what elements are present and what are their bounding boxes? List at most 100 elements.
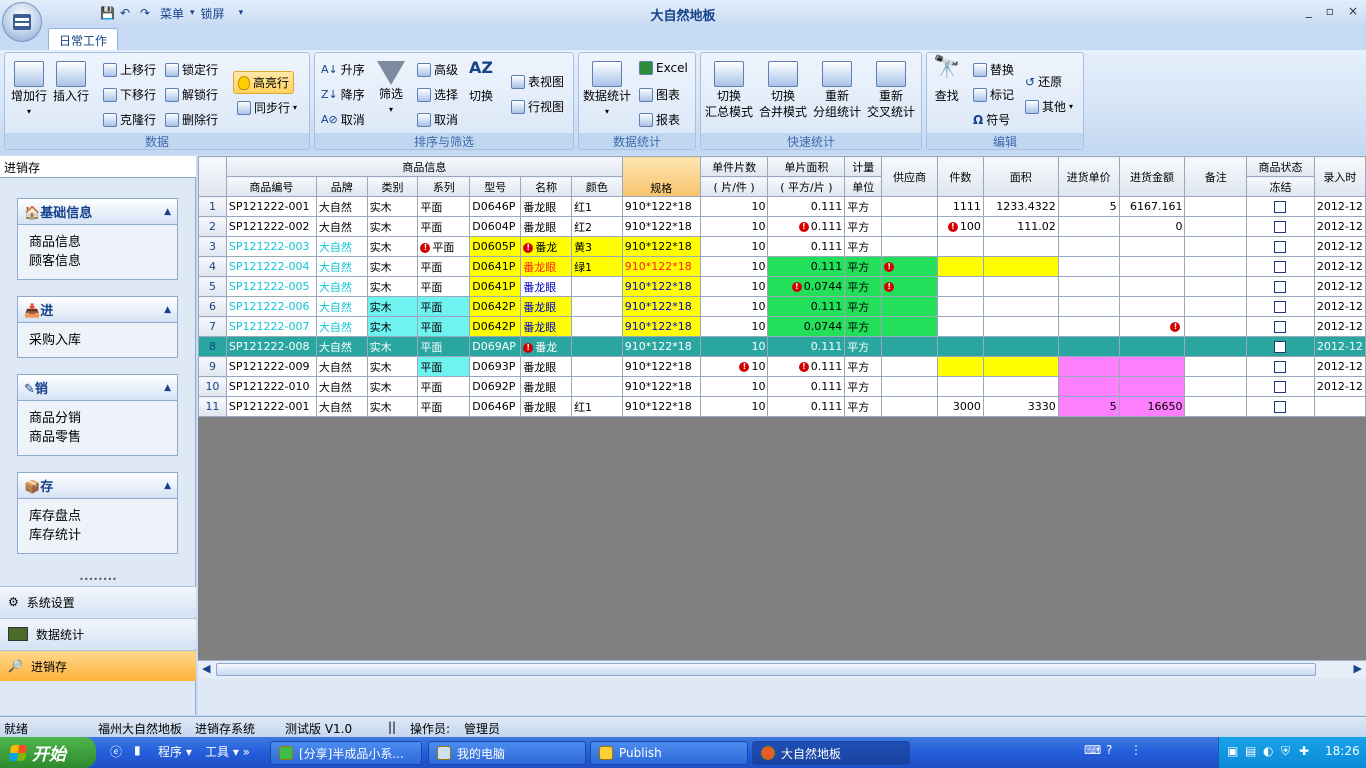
header-status[interactable]: 商品状态 bbox=[1246, 156, 1315, 177]
cell-supplier[interactable] bbox=[881, 296, 938, 317]
cell-code[interactable]: SP121222-002 bbox=[225, 216, 317, 237]
lock-row-button[interactable]: 锁定行 bbox=[165, 61, 218, 78]
row-number[interactable]: 6 bbox=[198, 296, 227, 317]
cell-pieces[interactable]: 10 bbox=[699, 236, 769, 257]
cell-category[interactable]: 实木 bbox=[366, 196, 419, 217]
cell-pieces[interactable]: ! 10 bbox=[699, 356, 769, 377]
cell-note[interactable] bbox=[1184, 196, 1248, 217]
cell-model[interactable]: D069AP bbox=[469, 336, 522, 357]
row-number[interactable]: 1 bbox=[198, 196, 227, 217]
cell-unit[interactable]: 平方 bbox=[844, 276, 883, 297]
cell-category[interactable]: 实木 bbox=[366, 296, 419, 317]
cell-brand[interactable]: 大自然 bbox=[315, 376, 368, 397]
cell-count[interactable] bbox=[936, 376, 984, 397]
frozen-checkbox[interactable] bbox=[1274, 201, 1287, 213]
cell-total-area[interactable]: 1233.4322 bbox=[982, 196, 1059, 217]
display-icon[interactable]: ▤ bbox=[1245, 744, 1256, 758]
cell-count[interactable] bbox=[936, 356, 984, 377]
language-icon[interactable]: ⋮ bbox=[1130, 743, 1142, 757]
cell-area[interactable]: ! 0.0744 bbox=[767, 276, 846, 297]
cell-total-area[interactable] bbox=[982, 276, 1059, 297]
scroll-thumb[interactable] bbox=[216, 663, 1316, 676]
cell-area[interactable]: 0.111 bbox=[767, 336, 846, 357]
cell-entry-date[interactable]: 2012-12 bbox=[1313, 296, 1366, 317]
cell-brand[interactable]: 大自然 bbox=[315, 336, 368, 357]
data-stats-button[interactable]: 数据统计 ▾ bbox=[583, 61, 631, 119]
cell-amount[interactable] bbox=[1118, 356, 1186, 377]
sidebar-item-purchase-in[interactable]: 采购入库 bbox=[18, 331, 177, 350]
add-row-button[interactable]: 增加行 ▾ bbox=[11, 61, 47, 119]
cell-pieces[interactable]: 10 bbox=[699, 336, 769, 357]
network-icon[interactable]: ▣ bbox=[1227, 744, 1238, 758]
cell-entry-date[interactable]: 2012-12 bbox=[1313, 276, 1366, 297]
cell-color[interactable] bbox=[571, 336, 623, 357]
cell-unit[interactable]: 平方 bbox=[844, 196, 883, 217]
sidebar-item-product-info[interactable]: 商品信息 bbox=[18, 233, 177, 252]
header-spec[interactable]: 规格 bbox=[621, 156, 701, 197]
row-number[interactable]: 3 bbox=[198, 236, 227, 257]
cell-count[interactable] bbox=[936, 236, 984, 257]
header-area[interactable]: 单片面积 bbox=[767, 156, 846, 177]
row-number[interactable]: 7 bbox=[198, 316, 227, 337]
cell-supplier[interactable]: ! bbox=[881, 276, 938, 297]
cell-count[interactable]: 3000 bbox=[936, 396, 984, 417]
table-row[interactable]: 6 SP121222-006 大自然 实木 平面 D0642P 番龙眼 910*122*18 1… bbox=[198, 296, 1366, 317]
cell-spec[interactable]: 910*122*18 bbox=[621, 356, 701, 377]
cell-name[interactable]: 番龙眼 bbox=[520, 376, 573, 397]
cell-brand[interactable]: 大自然 bbox=[315, 276, 368, 297]
cell-series[interactable]: 平面 bbox=[417, 296, 471, 317]
cell-unit[interactable]: 平方 bbox=[844, 256, 883, 277]
cell-series[interactable]: 平面 bbox=[417, 356, 471, 377]
table-row[interactable]: 1 SP121222-001 大自然 实木 平面 D0646P 番龙眼 红1 910*122*1… bbox=[198, 196, 1366, 217]
frozen-checkbox[interactable] bbox=[1274, 401, 1287, 413]
cell-category[interactable]: 实木 bbox=[366, 316, 419, 337]
sync-row-button[interactable]: 同步行 ▾ bbox=[237, 99, 297, 116]
cell-amount[interactable] bbox=[1118, 236, 1186, 257]
regroup-stats-button[interactable]: 重新 分组统计 bbox=[813, 61, 861, 119]
find-button[interactable]: 🔭 查找 bbox=[933, 57, 960, 104]
cell-name[interactable]: 番龙眼 bbox=[520, 316, 573, 337]
sort-asc-button[interactable]: A↓ 升序 bbox=[321, 61, 365, 78]
sort-desc-button[interactable]: Z↓ 降序 bbox=[321, 86, 365, 103]
cell-brand[interactable]: 大自然 bbox=[315, 396, 368, 417]
row-number[interactable]: 5 bbox=[198, 276, 227, 297]
cell-color[interactable]: 绿1 bbox=[571, 256, 623, 277]
cell-pieces[interactable]: 10 bbox=[699, 276, 769, 297]
cell-category[interactable]: 实木 bbox=[366, 376, 419, 397]
frozen-checkbox[interactable] bbox=[1274, 221, 1287, 233]
cell-spec[interactable]: 910*122*18 bbox=[621, 296, 701, 317]
cell-supplier[interactable] bbox=[881, 316, 938, 337]
cell-price[interactable] bbox=[1057, 216, 1120, 237]
move-up-button[interactable]: 上移行 bbox=[103, 61, 156, 78]
cell-series[interactable]: 平面 bbox=[417, 316, 471, 337]
filter-button[interactable]: 筛选 ▾ bbox=[377, 61, 405, 117]
cell-category[interactable]: 实木 bbox=[366, 356, 419, 377]
cell-entry-date[interactable]: 2012-12 bbox=[1313, 336, 1366, 357]
cell-code[interactable]: SP121222-005 bbox=[225, 276, 317, 297]
header-code[interactable]: 商品编号 bbox=[225, 176, 317, 197]
cell-code[interactable]: SP121222-008 bbox=[225, 336, 317, 357]
cell-note[interactable] bbox=[1184, 356, 1248, 377]
select-filter-button[interactable]: 选择 bbox=[417, 86, 458, 103]
cell-price[interactable] bbox=[1057, 316, 1120, 337]
cell-code[interactable]: SP121222-009 bbox=[225, 356, 317, 377]
cell-brand[interactable]: 大自然 bbox=[315, 256, 368, 277]
cell-model[interactable]: D0604P bbox=[469, 216, 522, 237]
cell-count[interactable]: ! 100 bbox=[936, 216, 984, 237]
cell-name[interactable]: ! 番龙 bbox=[520, 336, 573, 357]
report-button[interactable]: 报表 bbox=[639, 111, 680, 128]
cell-count[interactable] bbox=[936, 256, 984, 277]
cell-area[interactable]: 0.111 bbox=[767, 296, 846, 317]
frozen-checkbox[interactable] bbox=[1274, 341, 1287, 353]
header-series[interactable]: 系列 bbox=[417, 176, 471, 197]
cell-total-area[interactable]: 111.02 bbox=[982, 216, 1059, 237]
cell-supplier[interactable] bbox=[881, 196, 938, 217]
cell-unit[interactable]: 平方 bbox=[844, 236, 883, 257]
frozen-checkbox[interactable] bbox=[1274, 381, 1287, 393]
cell-count[interactable]: 1111 bbox=[936, 196, 984, 217]
table-row[interactable]: 7 SP121222-007 大自然 实木 平面 D0642P 番龙眼 910*122*18 1… bbox=[198, 316, 1366, 337]
cell-price[interactable] bbox=[1057, 336, 1120, 357]
row-number[interactable]: 10 bbox=[198, 376, 227, 397]
cell-total-area[interactable] bbox=[982, 316, 1059, 337]
cell-entry-date[interactable] bbox=[1313, 396, 1366, 417]
